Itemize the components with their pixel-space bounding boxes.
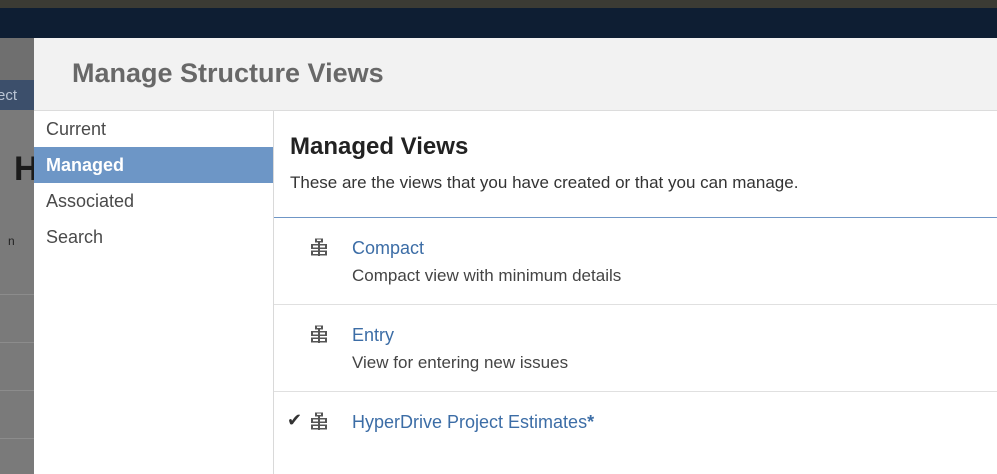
structure-view-icon bbox=[311, 238, 327, 256]
sidebar-item-managed[interactable]: Managed bbox=[34, 147, 273, 183]
view-row-hyperdrive: ✔ HyperDrive Project Estimates* bbox=[274, 392, 997, 452]
panel-title: Managed Views bbox=[290, 133, 469, 160]
app-small-text: n bbox=[8, 234, 15, 248]
view-row-entry: Entry View for entering new issues bbox=[274, 305, 997, 392]
app-divider bbox=[0, 390, 34, 391]
dialog-header: Manage Structure Views bbox=[34, 38, 997, 111]
app-divider bbox=[0, 342, 34, 343]
app-subnav: ect bbox=[0, 80, 34, 110]
managed-views-panel: Managed Views These are the views that y… bbox=[274, 111, 997, 474]
view-description-compact: Compact view with minimum details bbox=[352, 266, 622, 285]
manage-structure-views-dialog: Manage Structure Views Current Managed A… bbox=[34, 38, 997, 474]
view-row-compact: Compact Compact view with minimum detail… bbox=[274, 218, 997, 305]
panel-description: These are the views that you have create… bbox=[290, 173, 799, 192]
app-heading: H bbox=[14, 150, 34, 188]
app-divider bbox=[0, 294, 34, 295]
sidebar-item-associated[interactable]: Associated bbox=[34, 183, 273, 219]
view-link-entry[interactable]: Entry bbox=[352, 325, 394, 346]
view-link-hyperdrive[interactable]: HyperDrive Project Estimates* bbox=[352, 412, 594, 433]
structure-view-icon bbox=[311, 325, 327, 343]
app-content: H n bbox=[0, 110, 34, 474]
view-link-compact[interactable]: Compact bbox=[352, 238, 424, 259]
view-name: HyperDrive Project Estimates bbox=[352, 412, 588, 432]
app-divider bbox=[0, 438, 34, 439]
views-sidebar: Current Managed Associated Search bbox=[34, 111, 274, 474]
app-subnav-text: ect bbox=[0, 87, 18, 104]
checkmark-icon: ✔ bbox=[287, 410, 303, 430]
app-topbar bbox=[0, 0, 997, 38]
modified-indicator: * bbox=[587, 412, 595, 432]
sidebar-item-current[interactable]: Current bbox=[34, 111, 273, 147]
structure-view-icon bbox=[311, 412, 327, 430]
dialog-title: Manage Structure Views bbox=[72, 58, 384, 88]
sidebar-item-search[interactable]: Search bbox=[34, 219, 273, 255]
view-description-entry: View for entering new issues bbox=[352, 353, 569, 372]
